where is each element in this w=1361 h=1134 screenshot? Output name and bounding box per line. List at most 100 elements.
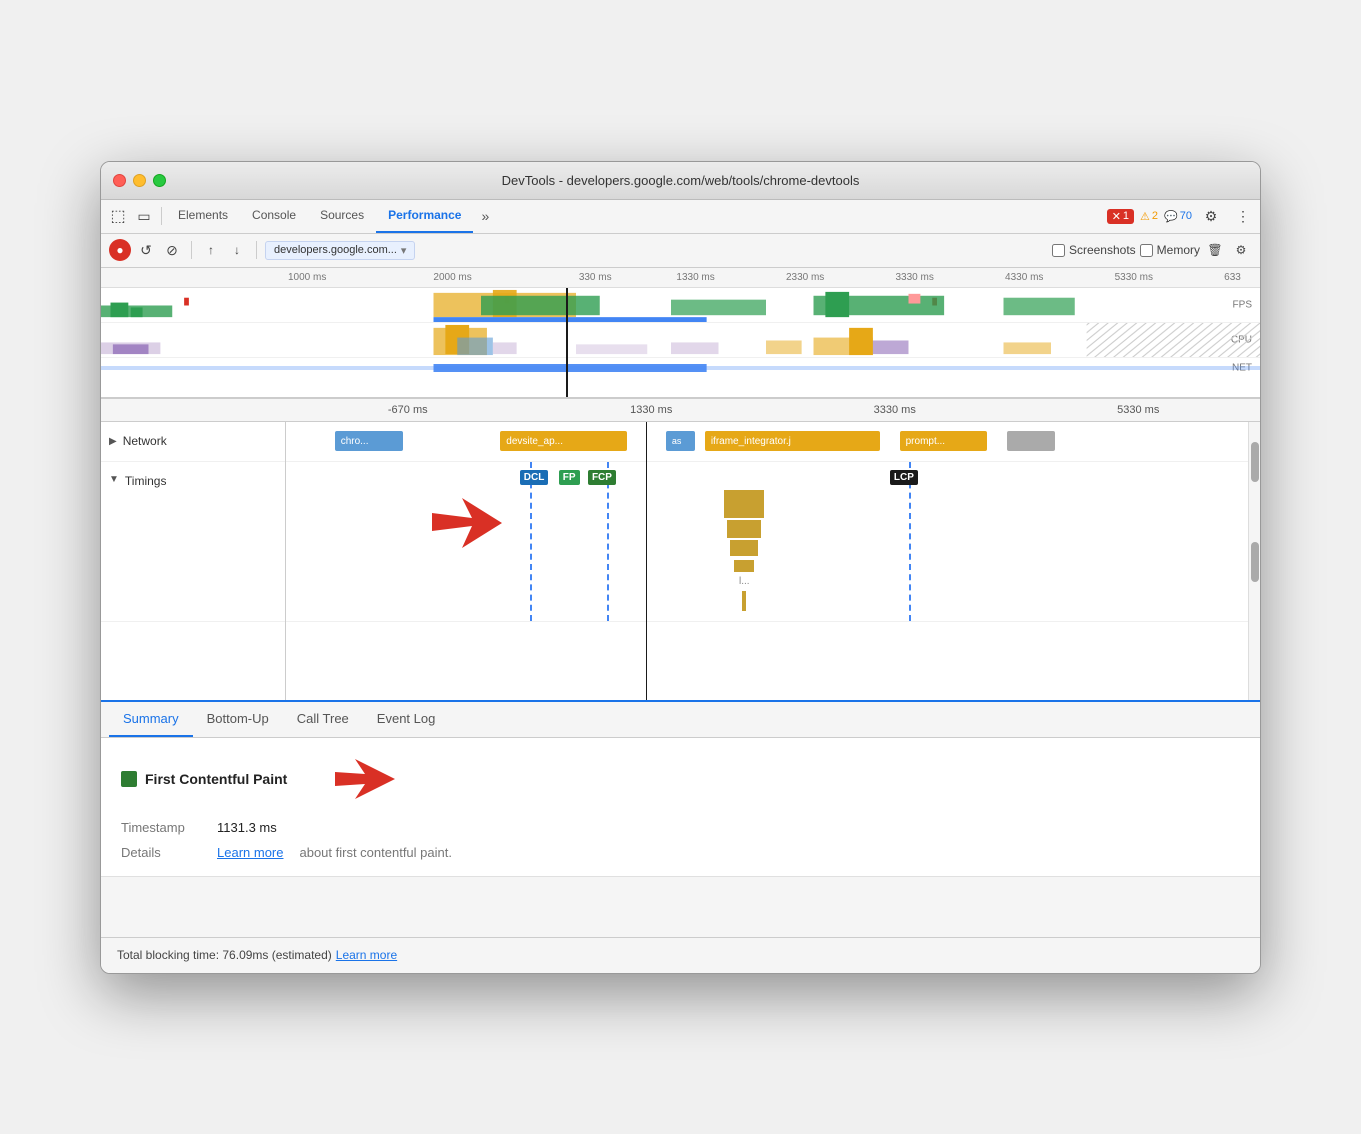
error-badge[interactable]: ✕ 1 [1107,209,1134,224]
timings-expand-icon: ▼ [109,474,119,485]
footer-text: Total blocking time: 76.09ms (estimated) [117,948,332,962]
maximize-button[interactable] [153,174,166,187]
upload-button[interactable]: ↑ [200,239,222,261]
fcp-label: FCP [588,470,616,485]
sep3 [256,241,257,259]
inspect-icon[interactable]: ⬚ [105,203,131,229]
timestamp-row: Timestamp 1131.3 ms [121,820,1240,835]
lower-ruler-marks: -670 ms 1330 ms 3330 ms 5330 ms [286,404,1260,416]
ruler-mark-7: 5330 ms [1113,272,1223,283]
network-row-label[interactable]: ▶ Network [101,422,285,462]
more-tabs-button[interactable]: » [473,204,497,228]
net-chip-prompt[interactable]: prompt... [900,431,988,451]
rows-area: ▶ Network ▼ Timings chro... devsite_ap..… [101,422,1260,702]
cursor-line [646,422,647,700]
lcp-block-1 [724,490,764,518]
device-icon[interactable]: ▭ [131,203,157,229]
summary-title: First Contentful Paint [121,754,1240,804]
warn-icon: ⚠ [1140,210,1150,223]
record-button[interactable]: ● [109,239,131,261]
url-chip: developers.google.com... ▾ [265,241,415,260]
tab-bottom-up[interactable]: Bottom-Up [193,701,283,737]
memory-checkbox[interactable] [1140,244,1153,257]
ruler-marks: 1000 ms 2000 ms 330 ms 1330 ms 2330 ms 3… [286,272,1260,283]
tab-summary[interactable]: Summary [109,701,193,737]
lower-mark-2: 3330 ms [773,404,1017,416]
net-chip-chro[interactable]: chro... [335,431,403,451]
details-key: Details [121,845,201,860]
footer-learn-more[interactable]: Learn more [336,948,397,962]
learn-more-link[interactable]: Learn more [217,845,283,860]
info-icon: 💬 [1164,210,1178,223]
net-chip-iframe[interactable]: iframe_integrator.j [705,431,880,451]
screenshots-checkbox[interactable] [1052,244,1065,257]
window-title: DevTools - developers.google.com/web/too… [502,173,860,188]
settings-button[interactable]: ⚙ [1198,203,1224,229]
nav-tabs: ⬚ ▭ Elements Console Sources Performance… [101,200,1260,234]
clear-button[interactable]: ⊘ [161,239,183,261]
screenshots-label: Screenshots [1069,243,1136,257]
lower-mark-1: 1330 ms [530,404,774,416]
url-dropdown-icon[interactable]: ▾ [401,244,407,257]
memory-checkbox-label[interactable]: Memory [1140,243,1200,257]
delete-button[interactable]: 🗑 [1204,239,1226,261]
ruler-mark-0: 1000 ms [286,272,431,283]
timestamp-key: Timestamp [121,820,201,835]
lcp-label: LCP [890,470,918,485]
scrollbar-track[interactable] [1248,422,1260,700]
timeline-area: 1000 ms 2000 ms 330 ms 1330 ms 2330 ms 3… [101,268,1260,398]
dashed-line-dcl [530,462,532,621]
footer-bar: Total blocking time: 76.09ms (estimated)… [101,937,1260,973]
close-button[interactable] [113,174,126,187]
tab-event-log[interactable]: Event Log [363,701,450,737]
net-chip-as[interactable]: as [666,431,695,451]
lcp-text: l... [739,576,750,587]
separator [161,207,162,225]
tab-sources[interactable]: Sources [308,199,376,233]
tab-call-tree[interactable]: Call Tree [283,701,363,737]
ruler-mark-1: 2000 ms [431,272,576,283]
scrollbar-thumb[interactable] [1251,442,1259,482]
tab-elements[interactable]: Elements [166,199,240,233]
warn-count: 2 [1152,210,1158,222]
arrow-indicator [432,493,512,556]
tab-performance[interactable]: Performance [376,199,473,233]
net-chip-devsite[interactable]: devsite_ap... [500,431,627,451]
empty-area [101,877,1260,937]
timings-row: DCL FP FCP LCP [286,462,1260,622]
tab-console[interactable]: Console [240,199,308,233]
perf-settings-button[interactable]: ⚙ [1230,239,1252,261]
details-row: Details Learn more about first contentfu… [121,845,1240,860]
sep2 [191,241,192,259]
error-x-icon: ✕ [1112,210,1121,223]
timings-row-label[interactable]: ▼ Timings [101,462,285,622]
ruler-mark-8: 633 [1222,272,1260,283]
reload-record-button[interactable]: ↺ [135,239,157,261]
main-panel: ▶ Network ▼ Timings chro... devsite_ap..… [101,422,1260,702]
scrollbar-thumb-2[interactable] [1251,542,1259,582]
lower-ruler: -670 ms 1330 ms 3330 ms 5330 ms [101,398,1260,422]
timeline-ruler: 1000 ms 2000 ms 330 ms 1330 ms 2330 ms 3… [101,268,1260,288]
ruler-mark-5: 3330 ms [894,272,1004,283]
summary-title-text: First Contentful Paint [145,771,287,787]
network-row: chro... devsite_ap... as iframe_integrat… [286,422,1260,462]
timeline-tracks: FPS [101,288,1260,398]
screenshots-checkbox-label[interactable]: Screenshots [1052,243,1136,257]
title-bar: DevTools - developers.google.com/web/too… [101,162,1260,200]
info-badge[interactable]: 💬 70 [1164,210,1192,223]
bottom-tabs: Summary Bottom-Up Call Tree Event Log [101,702,1260,738]
download-button[interactable]: ↓ [226,239,248,261]
rows-labels: ▶ Network ▼ Timings [101,422,286,700]
minimize-button[interactable] [133,174,146,187]
dashed-line-fcp [607,462,609,621]
info-count: 70 [1180,210,1192,222]
fcp-color-swatch [121,771,137,787]
lcp-block-3 [730,540,758,556]
warn-badge[interactable]: ⚠ 2 [1140,210,1158,223]
net-chip-gray[interactable] [1007,431,1056,451]
url-text: developers.google.com... [274,244,397,256]
nav-right: ✕ 1 ⚠ 2 💬 70 ⚙ ⋮ [1107,203,1256,229]
more-menu-button[interactable]: ⋮ [1230,203,1256,229]
lcp-block-5 [742,591,746,611]
ruler-mark-6: 4330 ms [1003,272,1113,283]
